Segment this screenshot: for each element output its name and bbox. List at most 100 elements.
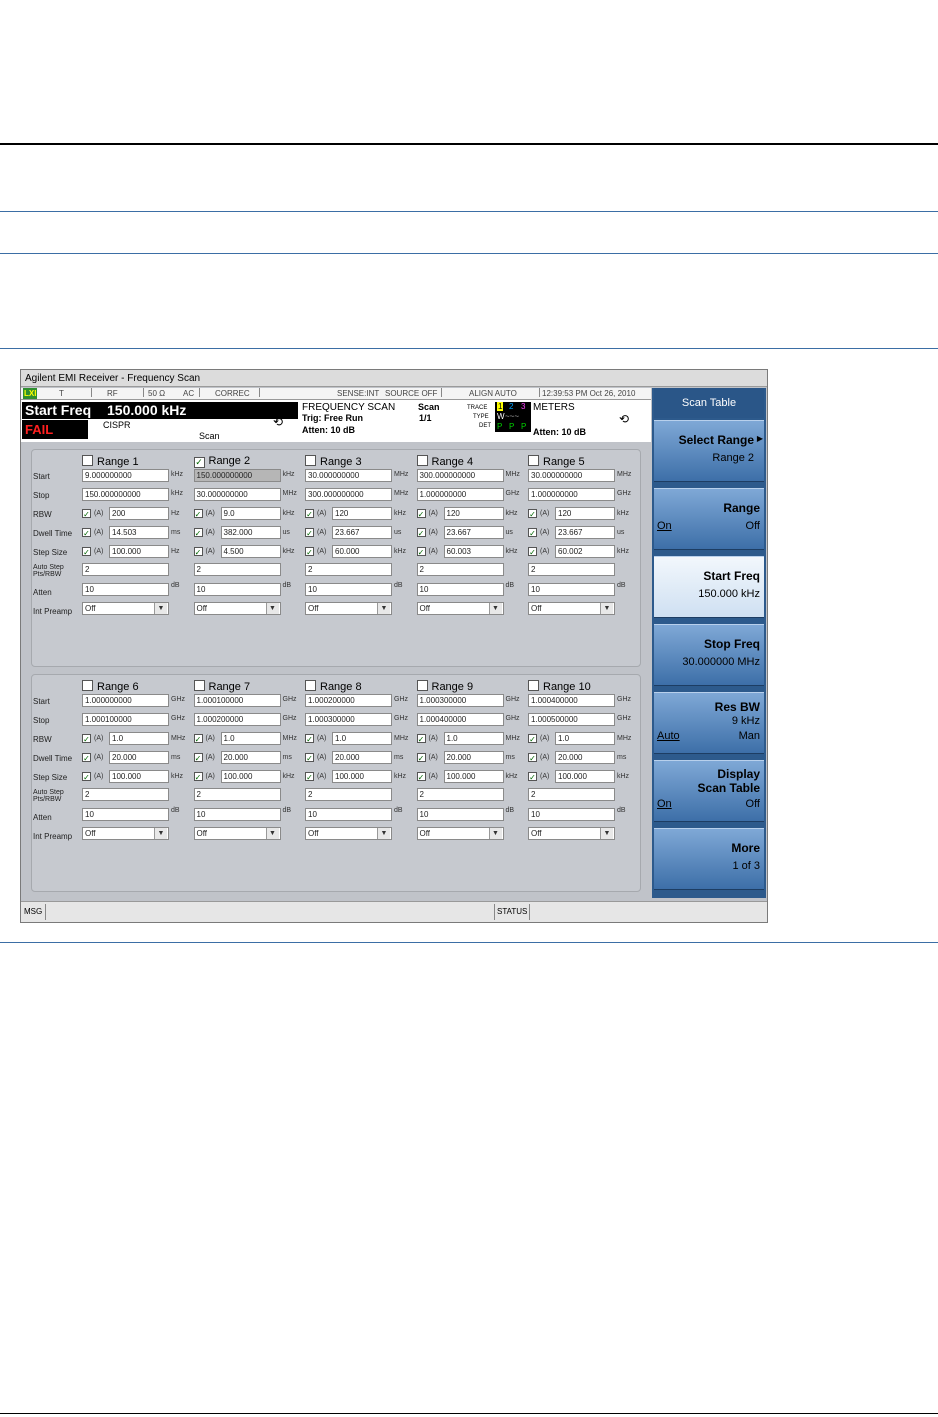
range-enable-checkbox[interactable] bbox=[193, 680, 205, 691]
rbw-field[interactable]: 1.0 bbox=[332, 732, 392, 745]
range-enable-checkbox[interactable] bbox=[305, 680, 316, 691]
rbw-field[interactable]: 9.0 bbox=[220, 507, 281, 520]
dwell-auto-checkbox[interactable]: ✓ bbox=[82, 753, 91, 763]
start-freq-field[interactable]: 9.000000000 bbox=[82, 469, 169, 482]
dwell-field[interactable]: 20.000 bbox=[443, 751, 504, 764]
auto-step-pts-field[interactable]: 2 bbox=[528, 563, 615, 576]
dwell-auto-checkbox[interactable]: ✓ bbox=[305, 753, 314, 763]
range-header[interactable]: Range 3 bbox=[305, 455, 362, 468]
chevron-down-icon[interactable]: ▼ bbox=[488, 828, 502, 839]
chevron-down-icon[interactable]: ▼ bbox=[600, 828, 613, 839]
chevron-down-icon[interactable]: ▼ bbox=[265, 603, 279, 614]
auto-step-pts-field[interactable]: 2 bbox=[305, 788, 392, 801]
dwell-auto-checkbox[interactable]: ✓ bbox=[193, 753, 203, 763]
rbw-field[interactable]: 120 bbox=[332, 507, 392, 520]
stop-freq-field[interactable]: 1.000200000 bbox=[193, 713, 281, 726]
step-auto-checkbox[interactable]: ✓ bbox=[82, 772, 91, 782]
stop-freq-field[interactable]: 1.000000000 bbox=[528, 488, 615, 501]
range-header[interactable]: Range 7 bbox=[193, 680, 250, 693]
chevron-down-icon[interactable]: ▼ bbox=[377, 603, 390, 614]
step-field[interactable]: 100.000 bbox=[332, 770, 392, 783]
int-preamp-select[interactable]: Off ▼ bbox=[416, 602, 504, 615]
atten-field[interactable]: 10 bbox=[528, 808, 615, 821]
auto-step-pts-field[interactable]: 2 bbox=[416, 788, 504, 801]
atten-field[interactable]: 10 bbox=[82, 808, 169, 821]
start-freq-field[interactable]: 30.000000000 bbox=[528, 469, 615, 482]
rbw-auto-checkbox[interactable]: ✓ bbox=[305, 509, 314, 519]
range-header[interactable]: Range 8 bbox=[305, 680, 362, 693]
stop-freq-field[interactable]: 1.000500000 bbox=[528, 713, 615, 726]
range-header[interactable]: Range 4 bbox=[416, 455, 473, 468]
range-enable-checkbox[interactable] bbox=[82, 680, 93, 691]
step-auto-checkbox[interactable]: ✓ bbox=[416, 772, 426, 782]
int-preamp-select[interactable]: Off ▼ bbox=[82, 602, 169, 615]
chevron-down-icon[interactable]: ▼ bbox=[154, 603, 167, 614]
range-header[interactable]: ✓ Range 2 bbox=[193, 455, 250, 468]
start-freq-field[interactable]: 1.000300000 bbox=[416, 694, 504, 707]
step-field[interactable]: 100.000 bbox=[443, 770, 504, 783]
atten-field[interactable]: 10 bbox=[193, 808, 281, 821]
start-freq-field[interactable]: 1.000200000 bbox=[305, 694, 392, 707]
rbw-auto-checkbox[interactable]: ✓ bbox=[416, 509, 426, 519]
rbw-field[interactable]: 1.0 bbox=[109, 732, 169, 745]
range-enable-checkbox[interactable] bbox=[305, 455, 316, 466]
step-field[interactable]: 60.000 bbox=[332, 545, 392, 558]
auto-step-pts-field[interactable]: 2 bbox=[528, 788, 615, 801]
rbw-auto-checkbox[interactable]: ✓ bbox=[528, 734, 537, 744]
step-auto-checkbox[interactable]: ✓ bbox=[528, 772, 537, 782]
atten-field[interactable]: 10 bbox=[528, 583, 615, 596]
dwell-field[interactable]: 23.667 bbox=[555, 526, 615, 539]
dwell-auto-checkbox[interactable]: ✓ bbox=[528, 528, 537, 538]
rbw-field[interactable]: 1.0 bbox=[555, 732, 615, 745]
range-enable-checkbox[interactable] bbox=[528, 680, 539, 691]
step-field[interactable]: 4.500 bbox=[220, 545, 281, 558]
dwell-auto-checkbox[interactable]: ✓ bbox=[305, 528, 314, 538]
rbw-field[interactable]: 120 bbox=[443, 507, 504, 520]
start-freq-field[interactable]: 30.000000000 bbox=[305, 469, 392, 482]
step-field[interactable]: 100.000 bbox=[109, 770, 169, 783]
step-auto-checkbox[interactable]: ✓ bbox=[416, 547, 426, 557]
step-auto-checkbox[interactable]: ✓ bbox=[528, 547, 537, 557]
rbw-field[interactable]: 1.0 bbox=[443, 732, 504, 745]
rbw-auto-checkbox[interactable]: ✓ bbox=[528, 509, 537, 519]
rbw-auto-checkbox[interactable]: ✓ bbox=[193, 734, 203, 744]
start-freq-field[interactable]: 1.000100000 bbox=[193, 694, 281, 707]
int-preamp-select[interactable]: Off ▼ bbox=[528, 602, 615, 615]
atten-field[interactable]: 10 bbox=[193, 583, 281, 596]
int-preamp-select[interactable]: Off ▼ bbox=[416, 827, 504, 840]
dwell-field[interactable]: 23.667 bbox=[443, 526, 504, 539]
chevron-down-icon[interactable]: ▼ bbox=[265, 828, 279, 839]
dwell-field[interactable]: 14.503 bbox=[109, 526, 169, 539]
stop-freq-field[interactable]: 1.000400000 bbox=[416, 713, 504, 726]
auto-step-pts-field[interactable]: 2 bbox=[416, 563, 504, 576]
auto-step-pts-field[interactable]: 2 bbox=[193, 788, 281, 801]
auto-step-pts-field[interactable]: 2 bbox=[82, 788, 169, 801]
int-preamp-select[interactable]: Off ▼ bbox=[305, 602, 392, 615]
int-preamp-select[interactable]: Off ▼ bbox=[528, 827, 615, 840]
dwell-auto-checkbox[interactable]: ✓ bbox=[528, 753, 537, 763]
start-freq-field[interactable]: 150.000000000 bbox=[193, 469, 281, 482]
stop-freq-field[interactable]: 300.000000000 bbox=[305, 488, 392, 501]
rbw-auto-checkbox[interactable]: ✓ bbox=[82, 509, 91, 519]
start-freq-field[interactable]: 1.000000000 bbox=[82, 694, 169, 707]
dwell-field[interactable]: 20.000 bbox=[555, 751, 615, 764]
dwell-auto-checkbox[interactable]: ✓ bbox=[193, 528, 203, 538]
auto-step-pts-field[interactable]: 2 bbox=[82, 563, 169, 576]
range-enable-checkbox[interactable] bbox=[416, 455, 428, 466]
rbw-field[interactable]: 200 bbox=[109, 507, 169, 520]
stop-freq-field[interactable]: 150.000000000 bbox=[82, 488, 169, 501]
chevron-down-icon[interactable]: ▼ bbox=[154, 828, 167, 839]
step-field[interactable]: 60.003 bbox=[443, 545, 504, 558]
dwell-field[interactable]: 20.000 bbox=[332, 751, 392, 764]
display-scan-table-softkey[interactable]: Display Scan Table On Off bbox=[654, 760, 764, 822]
dwell-field[interactable]: 23.667 bbox=[332, 526, 392, 539]
res-bw-softkey[interactable]: Res BW 9 kHz Auto Man bbox=[654, 692, 764, 754]
stop-freq-field[interactable]: 1.000100000 bbox=[82, 713, 169, 726]
rbw-auto-checkbox[interactable]: ✓ bbox=[82, 734, 91, 744]
refresh-icon[interactable]: ⟲ bbox=[273, 415, 283, 429]
int-preamp-select[interactable]: Off ▼ bbox=[193, 827, 281, 840]
dwell-field[interactable]: 382.000 bbox=[220, 526, 281, 539]
start-freq-softkey[interactable]: Start Freq 150.000 kHz bbox=[654, 556, 764, 618]
start-freq-field[interactable]: 1.000400000 bbox=[528, 694, 615, 707]
atten-field[interactable]: 10 bbox=[82, 583, 169, 596]
